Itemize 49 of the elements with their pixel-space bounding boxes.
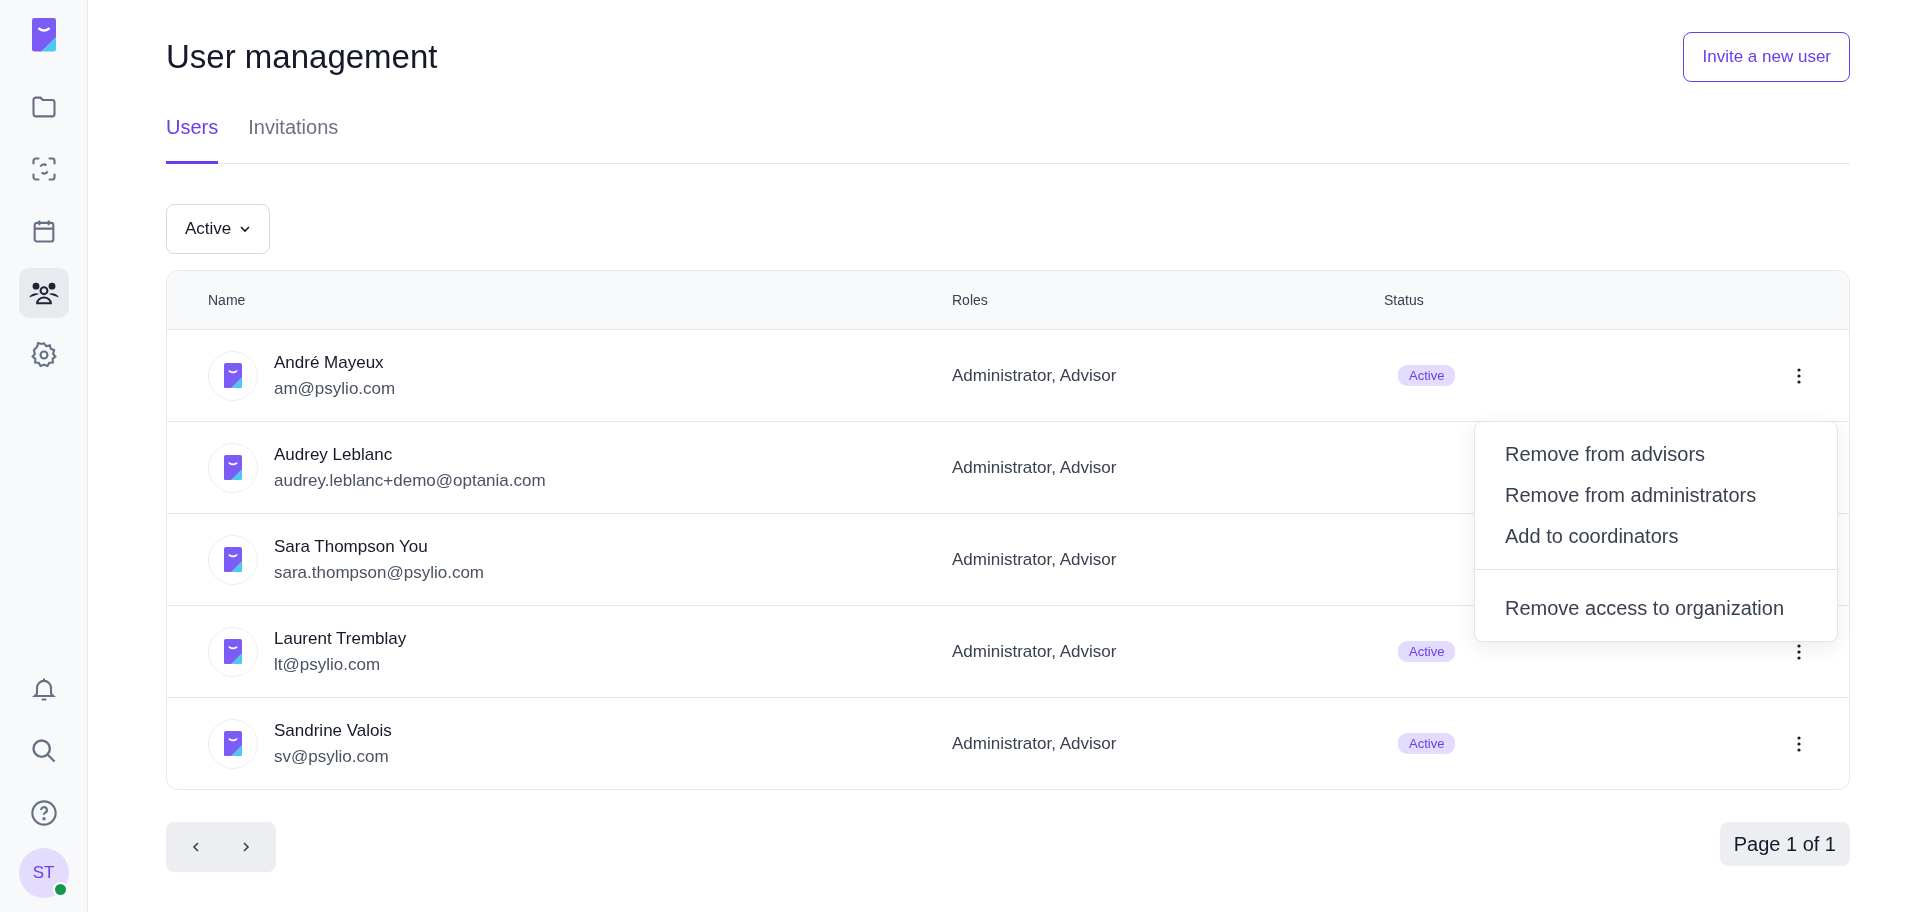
user-roles: Administrator, Advisor xyxy=(952,549,1118,570)
logo-icon xyxy=(224,362,242,389)
status-badge: Active xyxy=(1398,641,1456,662)
kebab-icon xyxy=(1797,643,1801,660)
chevron-left-icon xyxy=(192,841,200,853)
invite-user-button[interactable]: Invite a new user xyxy=(1683,32,1850,82)
sidebar-nav-item[interactable] xyxy=(18,267,69,318)
page-title: User management xyxy=(166,38,438,76)
status-filter-dropdown[interactable]: Active xyxy=(166,204,271,254)
user-email: am@psylio.com xyxy=(274,378,396,399)
user-roles: Administrator, Advisor xyxy=(952,457,1118,478)
tab[interactable]: Invitations xyxy=(248,106,339,164)
user-roles: Administrator, Advisor xyxy=(952,733,1118,754)
status-badge: Active xyxy=(1398,365,1456,386)
settings-icon xyxy=(29,340,58,369)
user-roles: Administrator, Advisor xyxy=(952,365,1118,386)
user-email: sv@psylio.com xyxy=(274,746,390,767)
help-icon xyxy=(29,799,58,827)
tab[interactable]: Users xyxy=(166,106,219,164)
menu-item[interactable]: Add to coordinators xyxy=(1475,516,1837,557)
logo-icon xyxy=(31,18,56,52)
logo-icon xyxy=(224,638,242,665)
user-avatar[interactable]: ST xyxy=(18,848,69,898)
page-indicator: Page 1 of 1 xyxy=(1719,822,1850,866)
logo-icon xyxy=(224,546,242,573)
menu-item[interactable]: Remove from administrators xyxy=(1475,475,1837,516)
user-name: Sandrine Valois xyxy=(274,720,392,741)
user-email: audrey.leblanc+demo@optania.com xyxy=(274,470,546,491)
user-email: sara.thompson@psylio.com xyxy=(274,562,484,583)
user-name: Sara Thompson You xyxy=(274,536,429,557)
user-roles: Administrator, Advisor xyxy=(952,641,1118,662)
kebab-icon xyxy=(1797,367,1801,384)
user-name: André Mayeux xyxy=(274,352,385,373)
user-email: lt@psylio.com xyxy=(274,654,382,675)
column-header: Roles xyxy=(952,292,989,308)
scan-icon xyxy=(29,154,58,183)
column-header: Status xyxy=(1384,292,1425,308)
menu-item[interactable]: Remove from advisors xyxy=(1475,434,1837,475)
logo-icon xyxy=(224,454,242,481)
column-header: Name xyxy=(207,292,247,308)
status-badge: Active xyxy=(1398,733,1456,754)
kebab-icon xyxy=(1797,735,1801,752)
search-icon xyxy=(29,737,58,765)
chevron-right-icon xyxy=(242,841,250,853)
chevron-down-icon xyxy=(239,225,252,233)
menu-item[interactable]: Remove access to organization xyxy=(1475,588,1837,629)
logo-icon xyxy=(224,730,242,757)
user-name: Audrey Leblanc xyxy=(274,444,394,465)
user-name: Laurent Tremblay xyxy=(274,628,407,649)
